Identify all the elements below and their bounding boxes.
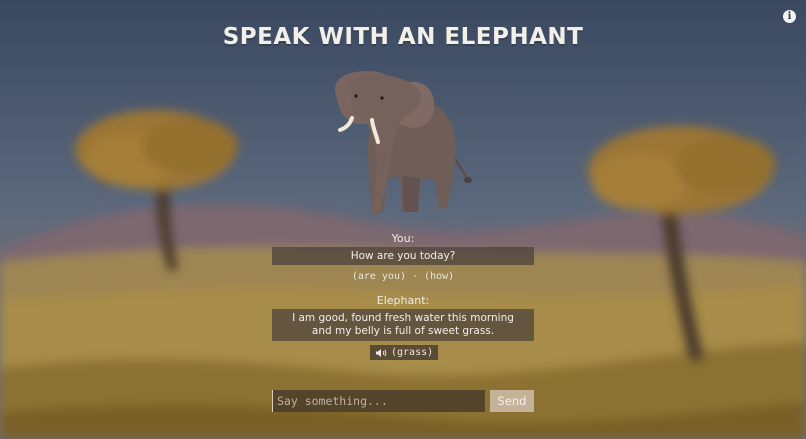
user-speaker-label: You:: [391, 232, 415, 245]
elephant-speaker-label: Elephant:: [376, 294, 430, 307]
speaker-icon: [375, 348, 387, 358]
savanna-background: [0, 0, 806, 439]
play-audio-button[interactable]: (grass): [370, 345, 439, 360]
send-button[interactable]: Send: [490, 390, 534, 412]
message-input[interactable]: [272, 390, 485, 412]
page-title: SPEAK WITH AN ELEPHANT: [222, 24, 584, 50]
user-tokens: (are you) · (how): [351, 271, 455, 282]
info-icon[interactable]: i: [783, 10, 796, 23]
elephant-message: I am good, found fresh water this mornin…: [272, 309, 534, 341]
user-message: How are you today?: [272, 247, 534, 265]
elephant-tokens: (grass): [391, 347, 434, 358]
